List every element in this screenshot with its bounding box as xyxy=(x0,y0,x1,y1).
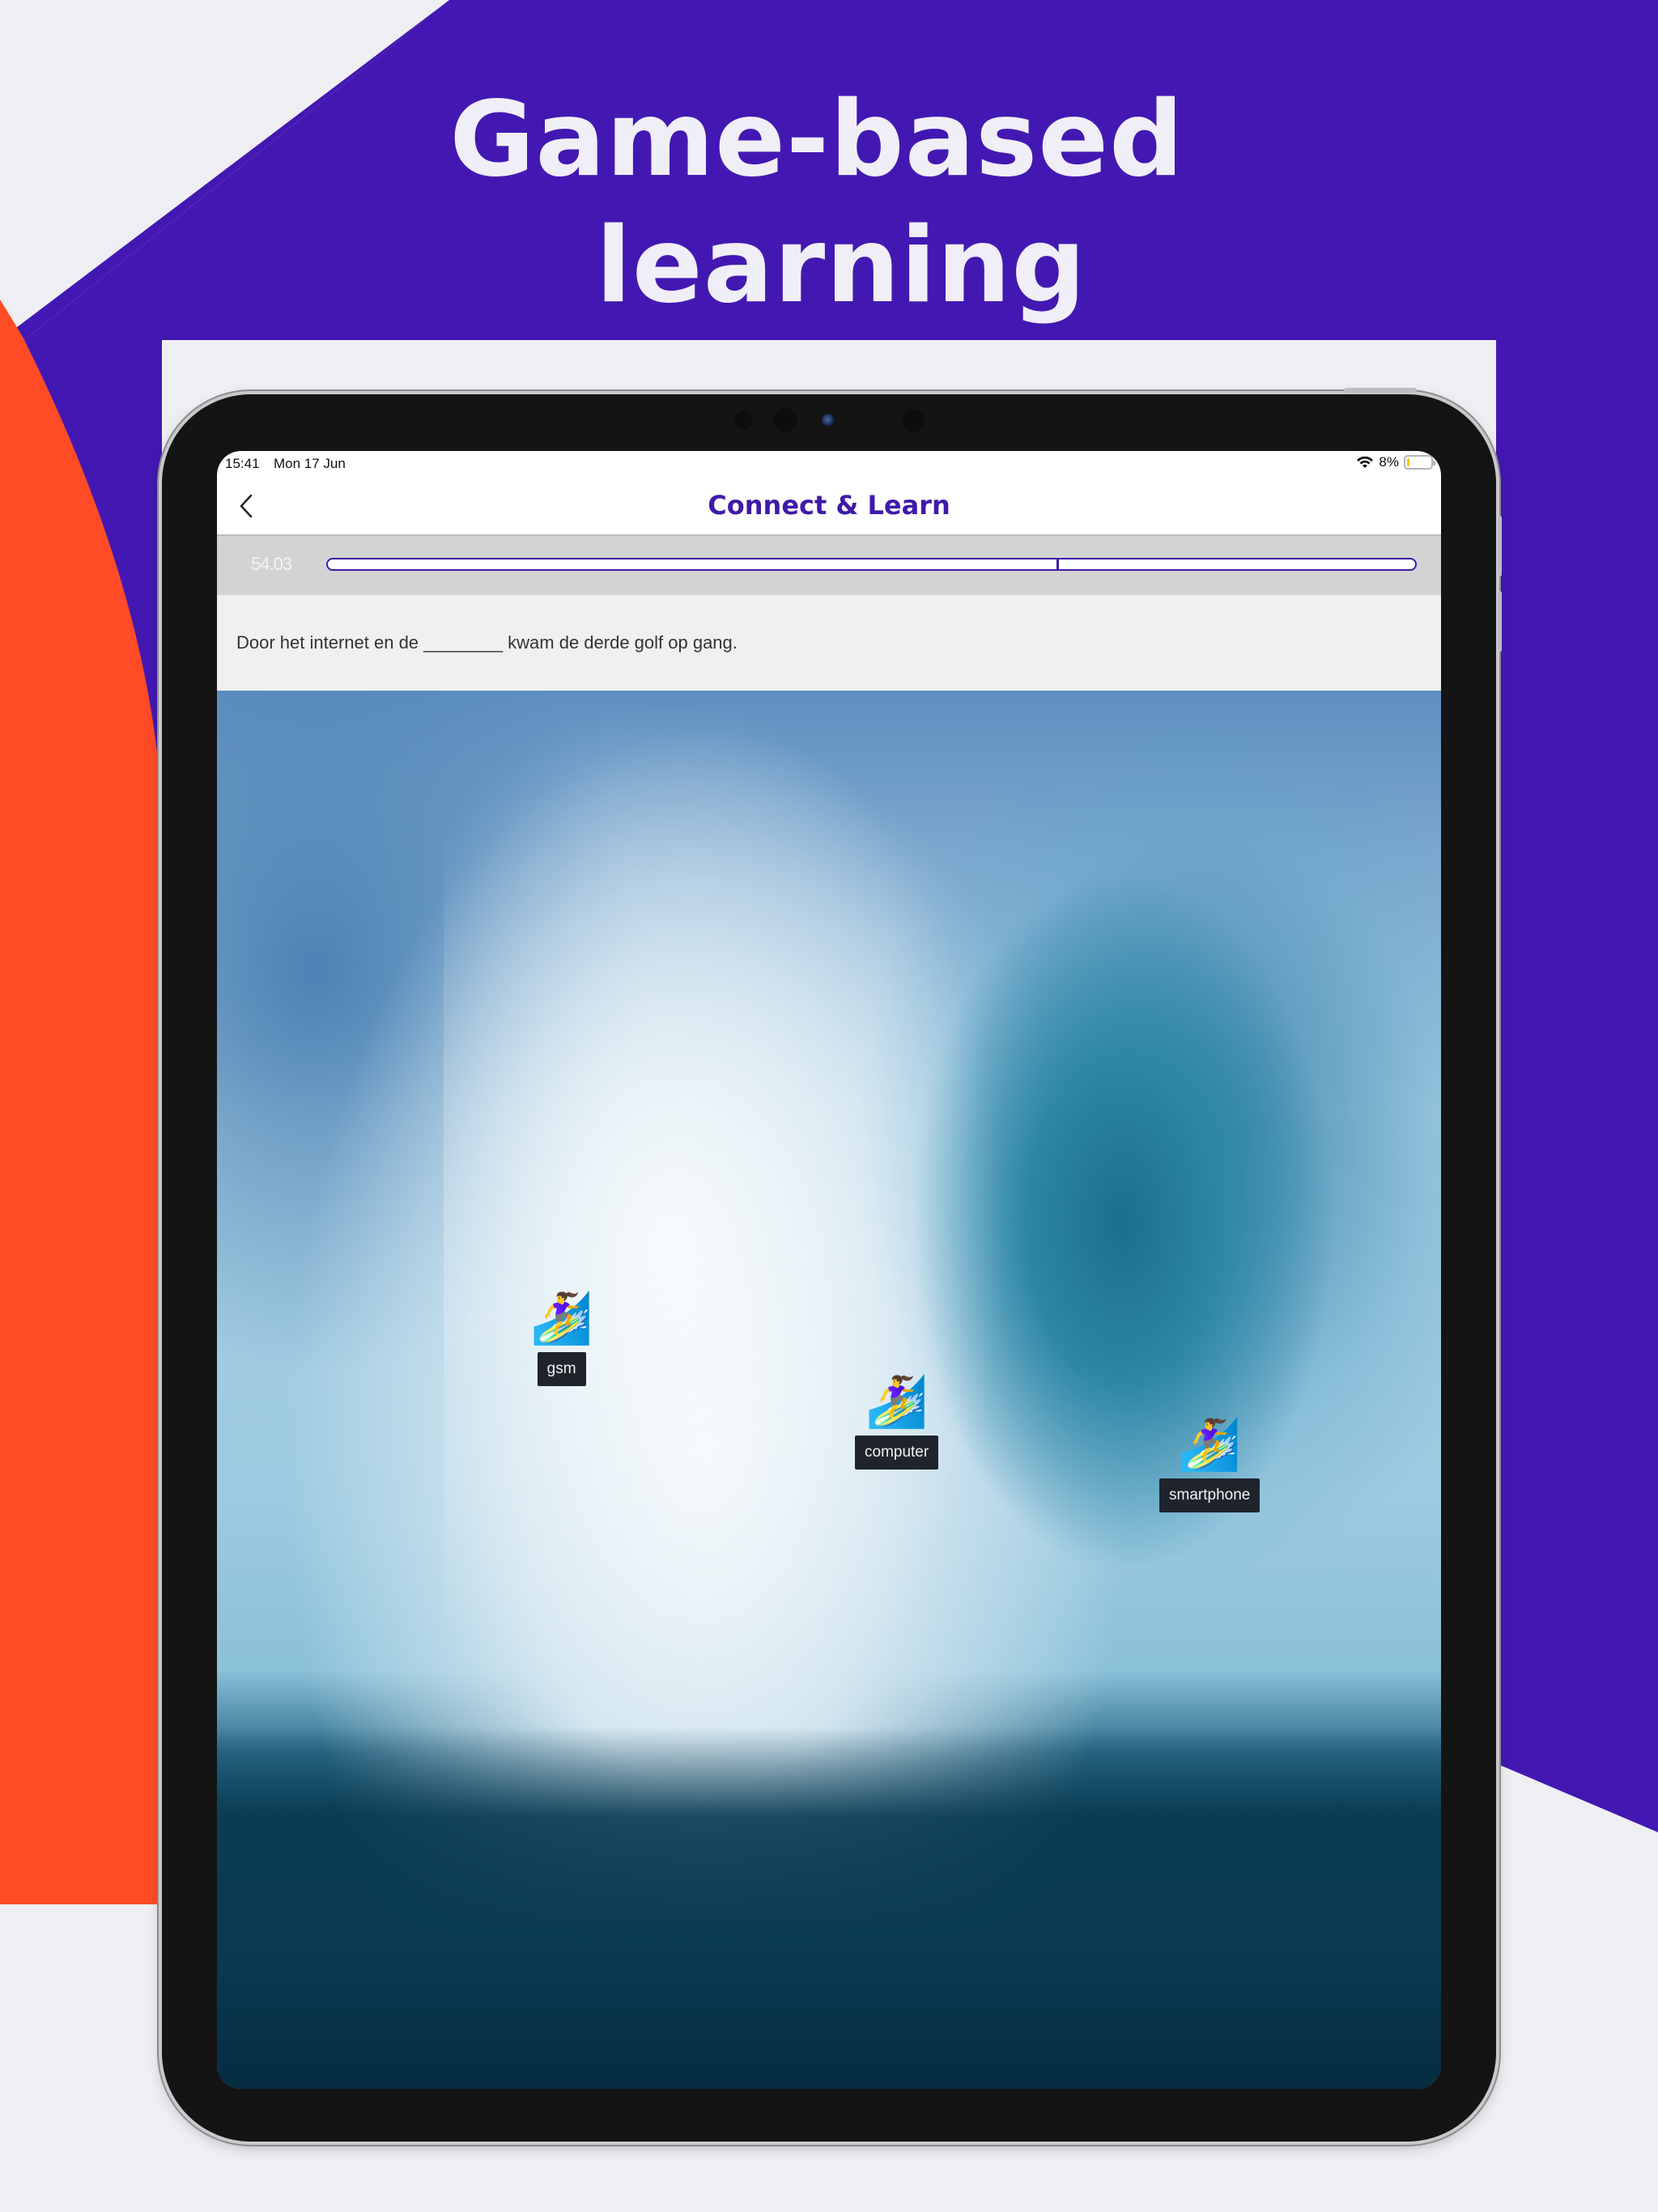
nav-header: Connect & Learn xyxy=(217,475,1441,536)
question-panel: Door het internet en de ________ kwam de… xyxy=(217,595,1441,691)
marketing-headline: Game-based learning xyxy=(0,77,1658,330)
battery-level xyxy=(1407,458,1409,466)
status-indicators: 8% xyxy=(1356,454,1435,470)
battery-icon xyxy=(1404,455,1435,470)
volume-down-button xyxy=(1498,591,1502,652)
game-scene-wave: 🏄‍♀️ gsm 🏄‍♀️ computer 🏄‍♀️ smartphone xyxy=(217,691,1441,2089)
timer-value: 54.03 xyxy=(251,554,292,574)
page-title: Connect & Learn xyxy=(708,490,950,521)
headline-line-2: learning xyxy=(596,206,1086,326)
deep-water xyxy=(217,1727,1441,2089)
answer-label[interactable]: gsm xyxy=(537,1352,586,1386)
timer-bar: 54.03 xyxy=(217,536,1441,595)
surfer-icon: 🏄‍♀️ xyxy=(530,1288,593,1347)
status-date: Mon 17 Jun xyxy=(274,456,346,471)
app-screen: 15:41 Mon 17 Jun 8% Connect & Learn 54.0… xyxy=(217,451,1441,2089)
status-time: 15:41 xyxy=(225,456,260,471)
answer-surfer[interactable]: 🏄‍♀️ smartphone xyxy=(1159,1414,1261,1512)
wave-foam xyxy=(444,691,1010,1784)
headline-line-1: Game-based xyxy=(449,79,1184,200)
progress-track xyxy=(326,558,1417,571)
volume-up-button xyxy=(1498,516,1502,576)
answer-surfer[interactable]: 🏄‍♀️ computer xyxy=(855,1371,939,1470)
camera-icon xyxy=(822,414,835,427)
battery-percent: 8% xyxy=(1379,454,1399,470)
surfer-icon: 🏄‍♀️ xyxy=(865,1372,929,1431)
sensor-icon xyxy=(902,409,925,433)
sensor-icon xyxy=(773,408,797,432)
status-bar: 15:41 Mon 17 Jun 8% xyxy=(217,451,1441,475)
surfer-icon: 🏄‍♀️ xyxy=(1178,1414,1241,1474)
wifi-icon xyxy=(1357,456,1374,468)
answer-surfer[interactable]: 🏄‍♀️ gsm xyxy=(530,1287,593,1386)
sensor-icon xyxy=(734,410,752,430)
top-button xyxy=(1344,388,1417,393)
answer-label[interactable]: computer xyxy=(855,1436,939,1470)
sensor-icon xyxy=(870,419,874,422)
tablet-device-frame: 15:41 Mon 17 Jun 8% Connect & Learn 54.0… xyxy=(162,388,1502,2142)
answer-label[interactable]: smartphone xyxy=(1159,1478,1261,1512)
question-text: Door het internet en de ________ kwam de… xyxy=(236,632,738,653)
progress-marker xyxy=(1056,558,1059,571)
